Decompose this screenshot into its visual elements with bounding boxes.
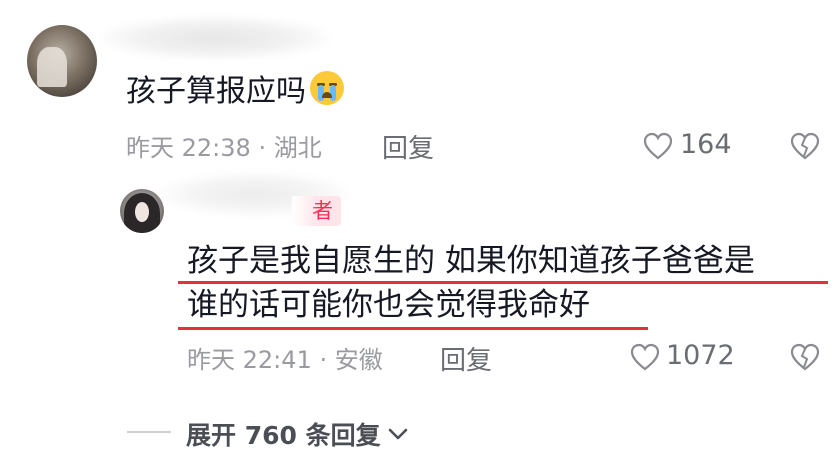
reply-reply-button[interactable]: 回复: [440, 340, 492, 377]
reply-location: · 安徽: [319, 346, 383, 374]
avatar-figure: [37, 47, 67, 87]
comment-meta: 昨天 22:38 · 湖北: [126, 128, 322, 163]
chevron-down-icon: [388, 428, 407, 440]
comment-body: 孩子算报应吗: [126, 74, 306, 109]
author-badge: 者: [292, 196, 341, 226]
like-heart-icon[interactable]: [643, 132, 673, 160]
commenter-avatar[interactable]: [27, 25, 97, 97]
reply-text-line-2: 谁的话可能你也会觉得我命好: [187, 287, 590, 323]
comment-reply-button[interactable]: 回复: [382, 128, 434, 165]
expand-replies-button[interactable]: 展开 760 条回复: [186, 416, 409, 452]
reply-dislike-broken-heart-icon[interactable]: [790, 343, 820, 371]
avatar-face: [135, 202, 149, 222]
comment-like-count: 164: [680, 129, 732, 160]
reply-meta: 昨天 22:41 · 安徽: [187, 340, 383, 375]
comment-location: · 湖北: [258, 134, 322, 162]
expand-replies-label: 展开 760 条回复: [186, 421, 381, 450]
comment-time: 昨天 22:38: [126, 134, 251, 162]
comment-text: 孩子算报应吗: [126, 70, 344, 114]
reply-like-count: 1072: [666, 340, 735, 371]
reply-like-heart-icon[interactable]: [630, 343, 660, 371]
red-underline-2: [178, 327, 648, 330]
expand-divider: [127, 431, 171, 433]
dislike-broken-heart-icon[interactable]: [790, 132, 820, 160]
replier-avatar[interactable]: [120, 189, 164, 233]
blurred-username: [100, 16, 330, 60]
reply-time: 昨天 22:41: [187, 346, 312, 374]
reply-text-line-1: 孩子是我自愿生的 如果你知道孩子爸爸是: [187, 243, 755, 279]
crying-emoji-icon: [310, 71, 344, 105]
